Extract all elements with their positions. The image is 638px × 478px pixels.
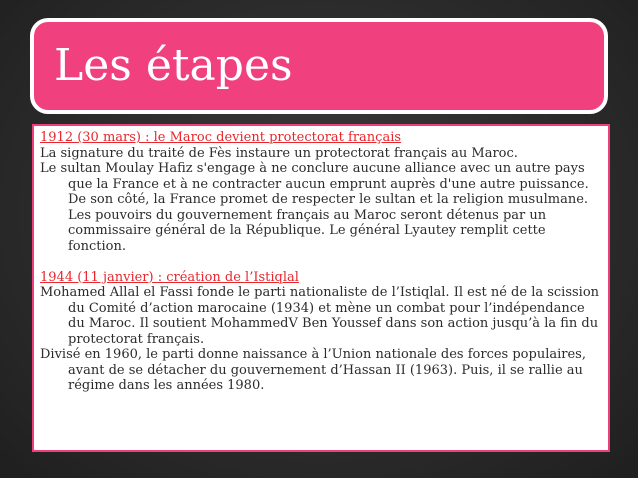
content-box: 1912 (30 mars) : le Maroc devient protec… — [32, 124, 610, 452]
paragraph-treaty: La signature du traité de Fès instaure u… — [40, 145, 518, 161]
slide-title: Les étapes — [54, 40, 293, 91]
paragraph-istiqlal: Mohamed Allal el Fassi fonde le parti na… — [40, 285, 600, 347]
title-box: Les étapes — [30, 18, 608, 114]
section-heading-1912: 1912 (30 mars) : le Maroc devient protec… — [40, 130, 402, 145]
section-heading-1944: 1944 (11 janvier) : création de l’Istiql… — [40, 269, 299, 285]
paragraph-division: Divisé en 1960, le parti donne naissance… — [40, 347, 586, 393]
paragraph-sultan: Le sultan Moulay Hafiz s'engage à ne con… — [40, 161, 589, 254]
